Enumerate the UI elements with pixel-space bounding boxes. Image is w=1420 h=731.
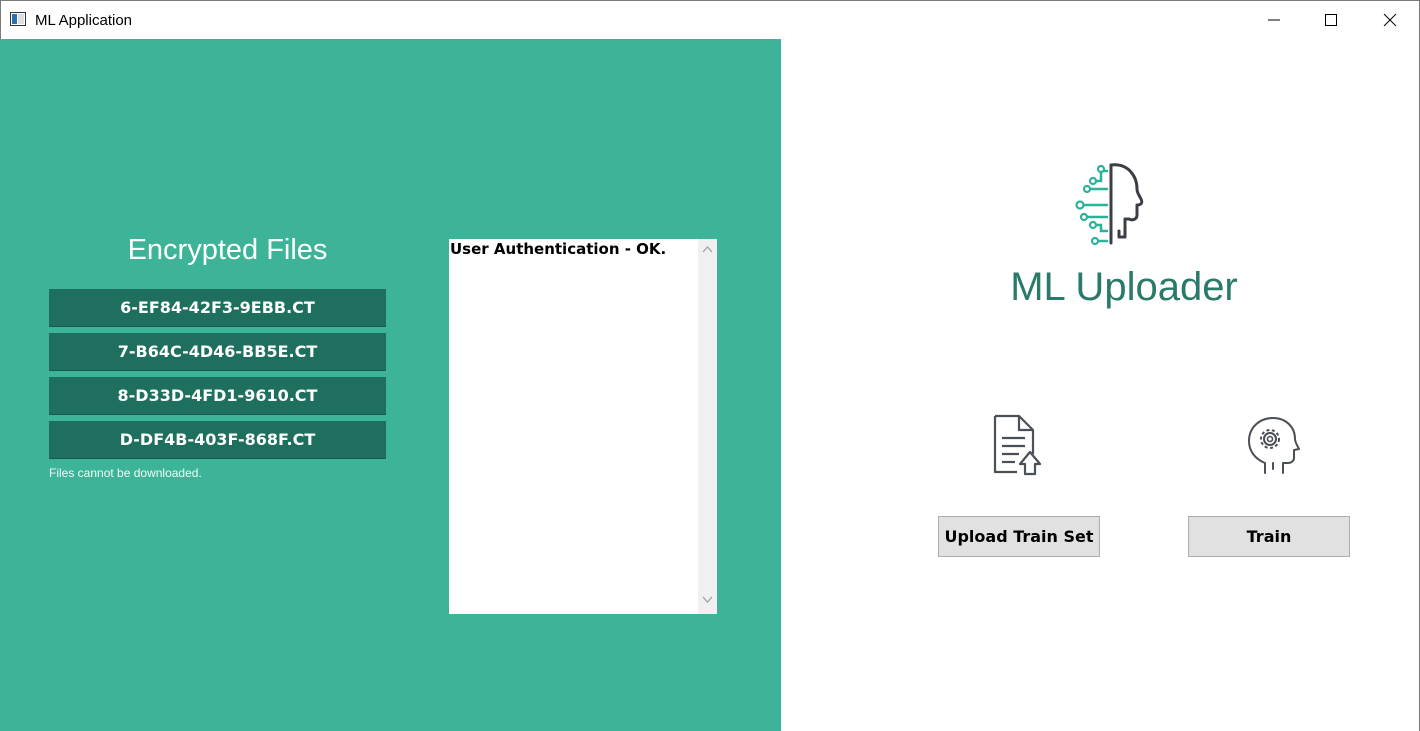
file-button[interactable]: D-DF4B-403F-868F.CT	[49, 421, 386, 459]
brain-gear-icon	[1248, 417, 1300, 474]
train-button[interactable]: Train	[1188, 516, 1350, 557]
minimize-icon	[1268, 19, 1280, 21]
upload-document-icon	[993, 414, 1042, 476]
close-button[interactable]	[1361, 1, 1419, 39]
file-button[interactable]: 7-B64C-4D46-BB5E.CT	[49, 333, 386, 371]
upload-train-set-button[interactable]: Upload Train Set	[938, 516, 1100, 557]
minimize-button[interactable]	[1245, 1, 1303, 39]
maximize-button[interactable]	[1302, 1, 1360, 39]
log-scrollbar[interactable]	[698, 239, 717, 614]
scroll-up-icon[interactable]	[702, 245, 713, 253]
encrypted-files-heading: Encrypted Files	[127, 234, 328, 266]
encrypted-files-panel: Encrypted Files 6-EF84-42F3-9EBB.CT 7-B6…	[0, 39, 781, 731]
download-note: Files cannot be downloaded.	[49, 466, 202, 480]
file-button[interactable]: 8-D33D-4FD1-9610.CT	[49, 377, 386, 415]
close-icon	[1383, 13, 1397, 27]
window-title: ML Application	[35, 12, 133, 29]
title-bar: ML Application	[0, 0, 1420, 39]
file-button[interactable]: 6-EF84-42F3-9EBB.CT	[49, 289, 386, 327]
maximize-icon	[1325, 14, 1337, 26]
scroll-down-icon[interactable]	[702, 596, 713, 604]
log-textbox[interactable]: User Authentication - OK.	[449, 239, 717, 614]
app-name: ML Uploader	[1010, 265, 1238, 309]
ai-head-logo-icon	[1075, 163, 1144, 246]
uploader-panel: ML Uploader Upload Train Set Train	[781, 39, 1420, 731]
app-icon	[10, 12, 26, 26]
log-text: User Authentication - OK.	[450, 240, 667, 258]
